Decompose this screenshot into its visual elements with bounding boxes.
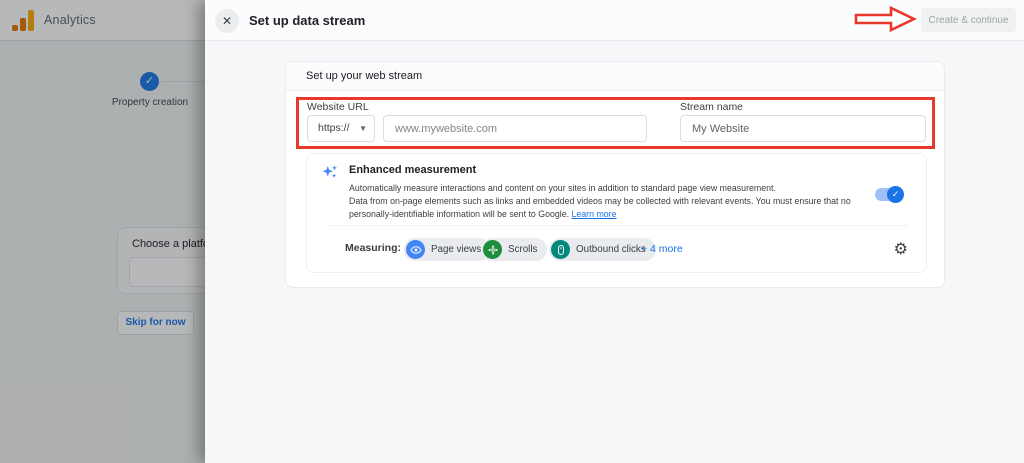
chip-label: Outbound clicks — [576, 244, 646, 255]
measuring-label: Measuring: — [345, 242, 401, 254]
measuring-row: Measuring: Page views Scrolls — [307, 232, 926, 266]
chip-label: Page views — [431, 244, 481, 255]
stream-name-label: Stream name — [680, 101, 743, 113]
chip-label: Scrolls — [508, 244, 537, 255]
panel-header: ✕ Set up data stream Create & continue — [205, 0, 1024, 41]
panel-title: Set up data stream — [249, 0, 365, 41]
section-divider — [327, 225, 908, 226]
enhanced-measurement-description: Automatically measure interactions and c… — [349, 182, 867, 221]
website-url-label: Website URL — [307, 101, 369, 113]
web-stream-card: Set up your web stream Website URL https… — [285, 61, 945, 288]
more-events-link[interactable]: + 4 more — [641, 243, 683, 255]
chip-outbound-clicks: Outbound clicks — [549, 238, 656, 261]
setup-data-stream-panel: ✕ Set up data stream Create & continue S… — [205, 0, 1024, 463]
scroll-icon — [483, 240, 502, 259]
create-continue-button[interactable]: Create & continue — [921, 8, 1016, 32]
enhanced-measurement-section: Enhanced measurement Automatically measu… — [306, 153, 927, 273]
chip-page-views: Page views — [404, 238, 491, 261]
description-line1: Automatically measure interactions and c… — [349, 182, 867, 195]
mouse-icon — [551, 240, 570, 259]
website-url-input[interactable] — [383, 115, 647, 142]
card-header-title: Set up your web stream — [306, 62, 422, 91]
protocol-selected-value: https:// — [318, 116, 350, 141]
stream-name-input[interactable] — [680, 115, 926, 142]
learn-more-link[interactable]: Learn more — [572, 209, 617, 219]
card-header: Set up your web stream — [286, 62, 944, 91]
chip-scrolls: Scrolls — [481, 238, 547, 261]
description-line2: Data from on-page elements such as links… — [349, 195, 867, 221]
enhanced-measurement-title: Enhanced measurement — [349, 164, 476, 176]
toggle-check-icon: ✓ — [887, 186, 904, 203]
sparkle-icon — [321, 163, 339, 181]
gear-icon[interactable]: ⚙ — [894, 239, 908, 258]
annotation-arrow-icon — [853, 5, 917, 33]
screen: Analytics ✓ Property creation Choose a p… — [0, 0, 1024, 463]
protocol-select[interactable]: https:// ▼ — [307, 115, 375, 142]
chevron-down-icon: ▼ — [359, 116, 367, 141]
eye-icon — [406, 240, 425, 259]
enhanced-measurement-toggle[interactable]: ✓ — [875, 188, 902, 201]
close-icon[interactable]: ✕ — [215, 9, 239, 33]
